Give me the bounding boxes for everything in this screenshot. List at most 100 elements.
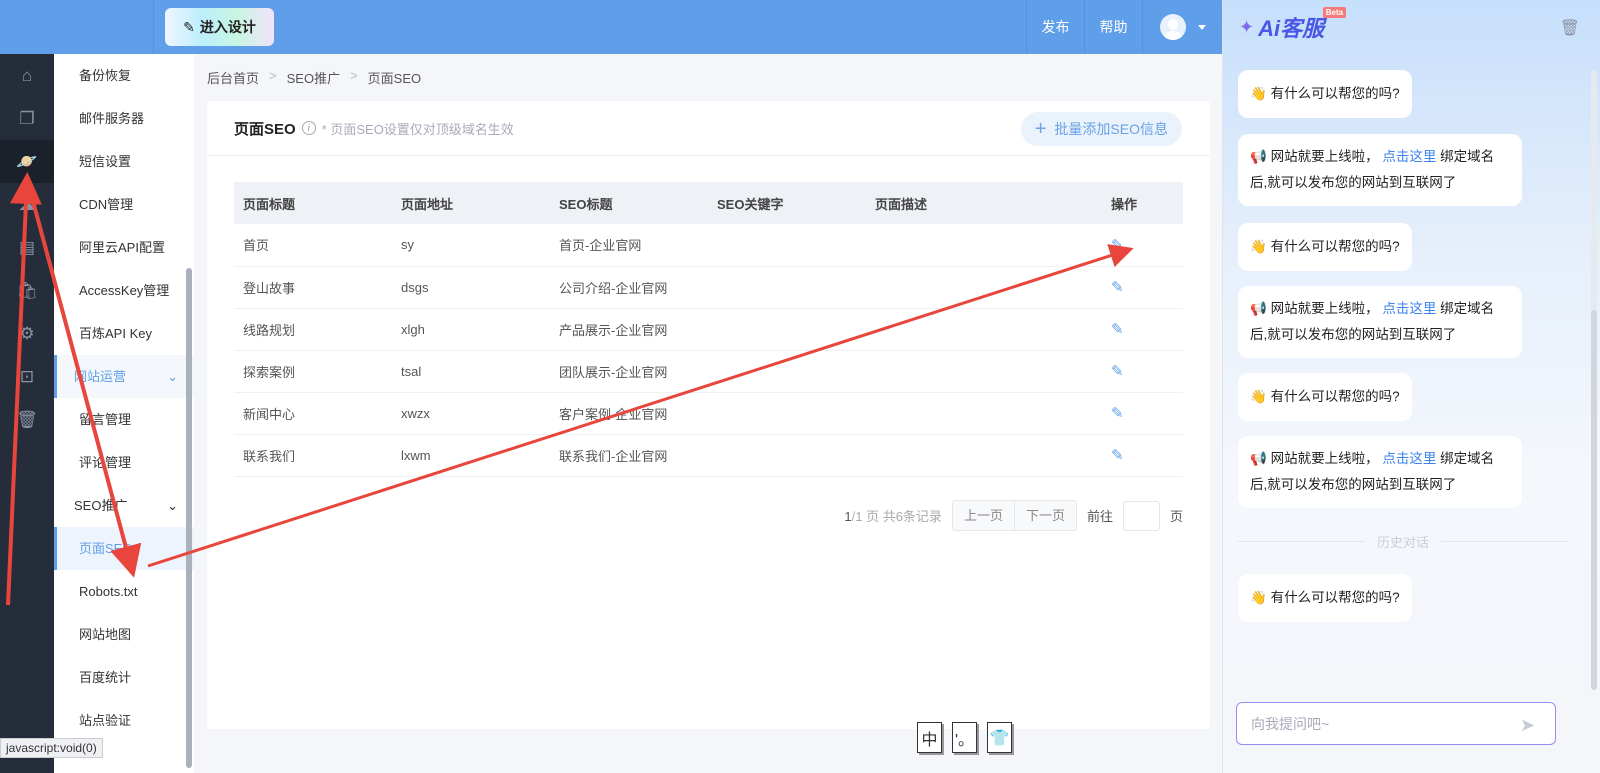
trash-icon[interactable]: 🗑 xyxy=(0,398,54,441)
home-icon[interactable]: ⌂ xyxy=(0,54,54,97)
table-cell: 首页-企业官网 xyxy=(550,224,708,267)
batch-add-seo-button[interactable]: + 批量添加SEO信息 xyxy=(1020,112,1182,146)
ime-skin-button[interactable]: 👕 xyxy=(987,722,1012,753)
submenu-item[interactable]: 百度统计 xyxy=(54,656,194,699)
notice-message: 📢 网站就要上线啦， 点击这里 绑定域名后,就可以发布您的网站到互联网了 xyxy=(1238,436,1522,508)
table-cell: 联系我们 xyxy=(234,434,392,477)
info-icon: i xyxy=(301,121,316,135)
breadcrumb-home[interactable]: 后台首页 xyxy=(207,68,259,87)
submenu-item[interactable]: 阿里云API配置 xyxy=(54,226,194,269)
table-cell xyxy=(866,308,1102,351)
click-here-link[interactable]: 点击这里 xyxy=(1382,451,1436,466)
edit-icon[interactable]: ✎ xyxy=(1111,447,1124,464)
publish-button[interactable]: 发布 xyxy=(1026,0,1084,54)
status-bar-url: javascript:void(0) xyxy=(0,738,103,758)
breadcrumb: 后台首页 > SEO推广 > 页面SEO xyxy=(207,68,422,87)
clear-chat-icon[interactable]: 🗑 xyxy=(1560,18,1580,38)
chevron-down-icon: ⌄ xyxy=(167,498,178,513)
chat-scrollbar[interactable] xyxy=(1591,70,1597,690)
goto-page-input[interactable] xyxy=(1122,500,1160,531)
column-header: SEO标题 xyxy=(550,182,708,224)
table-row: 登山故事 dsgs 公司介绍-企业官网 ✎ xyxy=(234,266,1183,309)
table-row: 首页 sy 首页-企业官网 ✎ xyxy=(234,224,1183,267)
enter-design-button[interactable]: ✎ 进入设计 xyxy=(165,8,274,46)
megaphone-icon: 📢 xyxy=(1250,451,1267,466)
wave-icon: 👋 xyxy=(1250,86,1267,101)
table-cell: 新闻中心 xyxy=(234,392,392,435)
table-row: 探索案例 tsal 团队展示-企业官网 ✎ xyxy=(234,350,1183,393)
cloud-icon[interactable]: ☁ xyxy=(0,183,54,226)
ime-punct-button[interactable]: '。 xyxy=(952,722,977,753)
terminal-icon[interactable]: ⊡ xyxy=(0,355,54,398)
submenu-item[interactable]: AccessKey管理 xyxy=(54,269,194,312)
click-here-link[interactable]: 点击这里 xyxy=(1382,149,1436,164)
column-header: 页面地址 xyxy=(392,182,550,224)
send-icon[interactable]: ➤ xyxy=(1520,715,1535,736)
breadcrumb-seo[interactable]: SEO推广 xyxy=(287,68,340,87)
edit-icon[interactable]: ✎ xyxy=(1111,237,1124,254)
planet-icon[interactable]: 🪐 xyxy=(0,140,54,183)
submenu-group[interactable]: SEO推广 ⌄ xyxy=(54,484,194,527)
table-cell xyxy=(708,434,866,477)
submenu-item[interactable]: 备份恢复 xyxy=(54,54,194,97)
table-cell: sy xyxy=(392,224,550,267)
table-cell xyxy=(866,434,1102,477)
column-header: 操作 xyxy=(1102,182,1183,224)
page-info: 1/1 页 共6条记录 xyxy=(844,509,942,524)
submenu-item[interactable]: CDN管理 xyxy=(54,183,194,226)
user-menu[interactable] xyxy=(1142,0,1222,54)
table-cell: tsal xyxy=(392,350,550,393)
table-cell: 公司介绍-企业官网 xyxy=(550,266,708,309)
ai-logo: Ai客服 Beta xyxy=(1258,7,1347,43)
top-bar: ✎ 进入设计 发布 帮助 xyxy=(0,0,1222,54)
submenu-item[interactable]: 留言管理 xyxy=(54,398,194,441)
ime-toolbar: 中 '。 👕 xyxy=(917,722,1012,753)
icon-sidebar: ⌂ ❐ 🪐 ☁ ▤ 🛍 ⚙ ⊡ 🗑 xyxy=(0,54,54,773)
submenu-item[interactable]: 短信设置 xyxy=(54,140,194,183)
hint-text: * 页面SEO设置仅对顶级域名生效 xyxy=(321,121,514,137)
plus-icon: + xyxy=(1034,117,1047,140)
submenu-item[interactable]: 百炼API Key xyxy=(54,312,194,355)
column-header: SEO关键字 xyxy=(708,182,866,224)
table-cell xyxy=(708,224,866,267)
table-cell: 探索案例 xyxy=(234,350,392,393)
submenu-item[interactable]: 评论管理 xyxy=(54,441,194,484)
megaphone-icon: 📢 xyxy=(1250,301,1267,316)
submenu-item[interactable]: 网站地图 xyxy=(54,613,194,656)
submenu-item[interactable]: 邮件服务器 xyxy=(54,97,194,140)
ime-lang-button[interactable]: 中 xyxy=(917,722,942,753)
avatar xyxy=(1159,14,1186,40)
column-header: 页面标题 xyxy=(234,182,392,224)
document-icon[interactable]: ▤ xyxy=(0,226,54,269)
edit-icon[interactable]: ✎ xyxy=(1111,321,1124,338)
click-here-link[interactable]: 点击这里 xyxy=(1382,301,1436,316)
prev-page-button[interactable]: 上一页 xyxy=(953,501,1014,530)
table-cell: 线路规划 xyxy=(234,308,392,351)
gear-icon[interactable]: ⚙ xyxy=(0,312,54,355)
help-button[interactable]: 帮助 xyxy=(1084,0,1142,54)
wave-icon: 👋 xyxy=(1250,590,1267,605)
breadcrumb-current: 页面SEO xyxy=(367,71,422,86)
ai-chat-panel: ✦ Ai客服 Beta 🗑 👋 有什么可以帮您的吗? 📢 网站就要上线啦， 点击这里 … xyxy=(1222,0,1600,773)
greeting-message: 👋 有什么可以帮您的吗? xyxy=(1238,574,1412,622)
submenu-item[interactable]: 站点验证 xyxy=(54,699,194,742)
table-cell xyxy=(708,392,866,435)
submenu-group[interactable]: 网站运营 ⌄ xyxy=(54,355,194,398)
edit-icon[interactable]: ✎ xyxy=(1111,279,1124,296)
submenu-item[interactable]: 页面SEO xyxy=(54,527,194,570)
settings-submenu: 备份恢复 邮件服务器 短信设置 CDN管理 阿里云API配置 AccessKey管理 百炼A… xyxy=(54,54,194,773)
pages-icon[interactable]: ❐ xyxy=(0,97,54,140)
chat-input[interactable]: 向我提问吧~ ➤ xyxy=(1236,702,1556,745)
submenu-scrollbar[interactable] xyxy=(186,268,192,768)
bag-icon[interactable]: 🛍 xyxy=(0,269,54,312)
next-page-button[interactable]: 下一页 xyxy=(1013,501,1076,530)
edit-icon[interactable]: ✎ xyxy=(1111,363,1124,380)
edit-icon[interactable]: ✎ xyxy=(1111,405,1124,422)
submenu-item[interactable]: Robots.txt xyxy=(54,570,194,613)
table-cell: dsgs xyxy=(392,266,550,309)
table-cell: 团队展示-企业官网 xyxy=(550,350,708,393)
table-cell: 首页 xyxy=(234,224,392,267)
chevron-down-icon: ⌄ xyxy=(167,369,178,384)
megaphone-icon: 📢 xyxy=(1250,149,1267,164)
table-cell xyxy=(866,392,1102,435)
